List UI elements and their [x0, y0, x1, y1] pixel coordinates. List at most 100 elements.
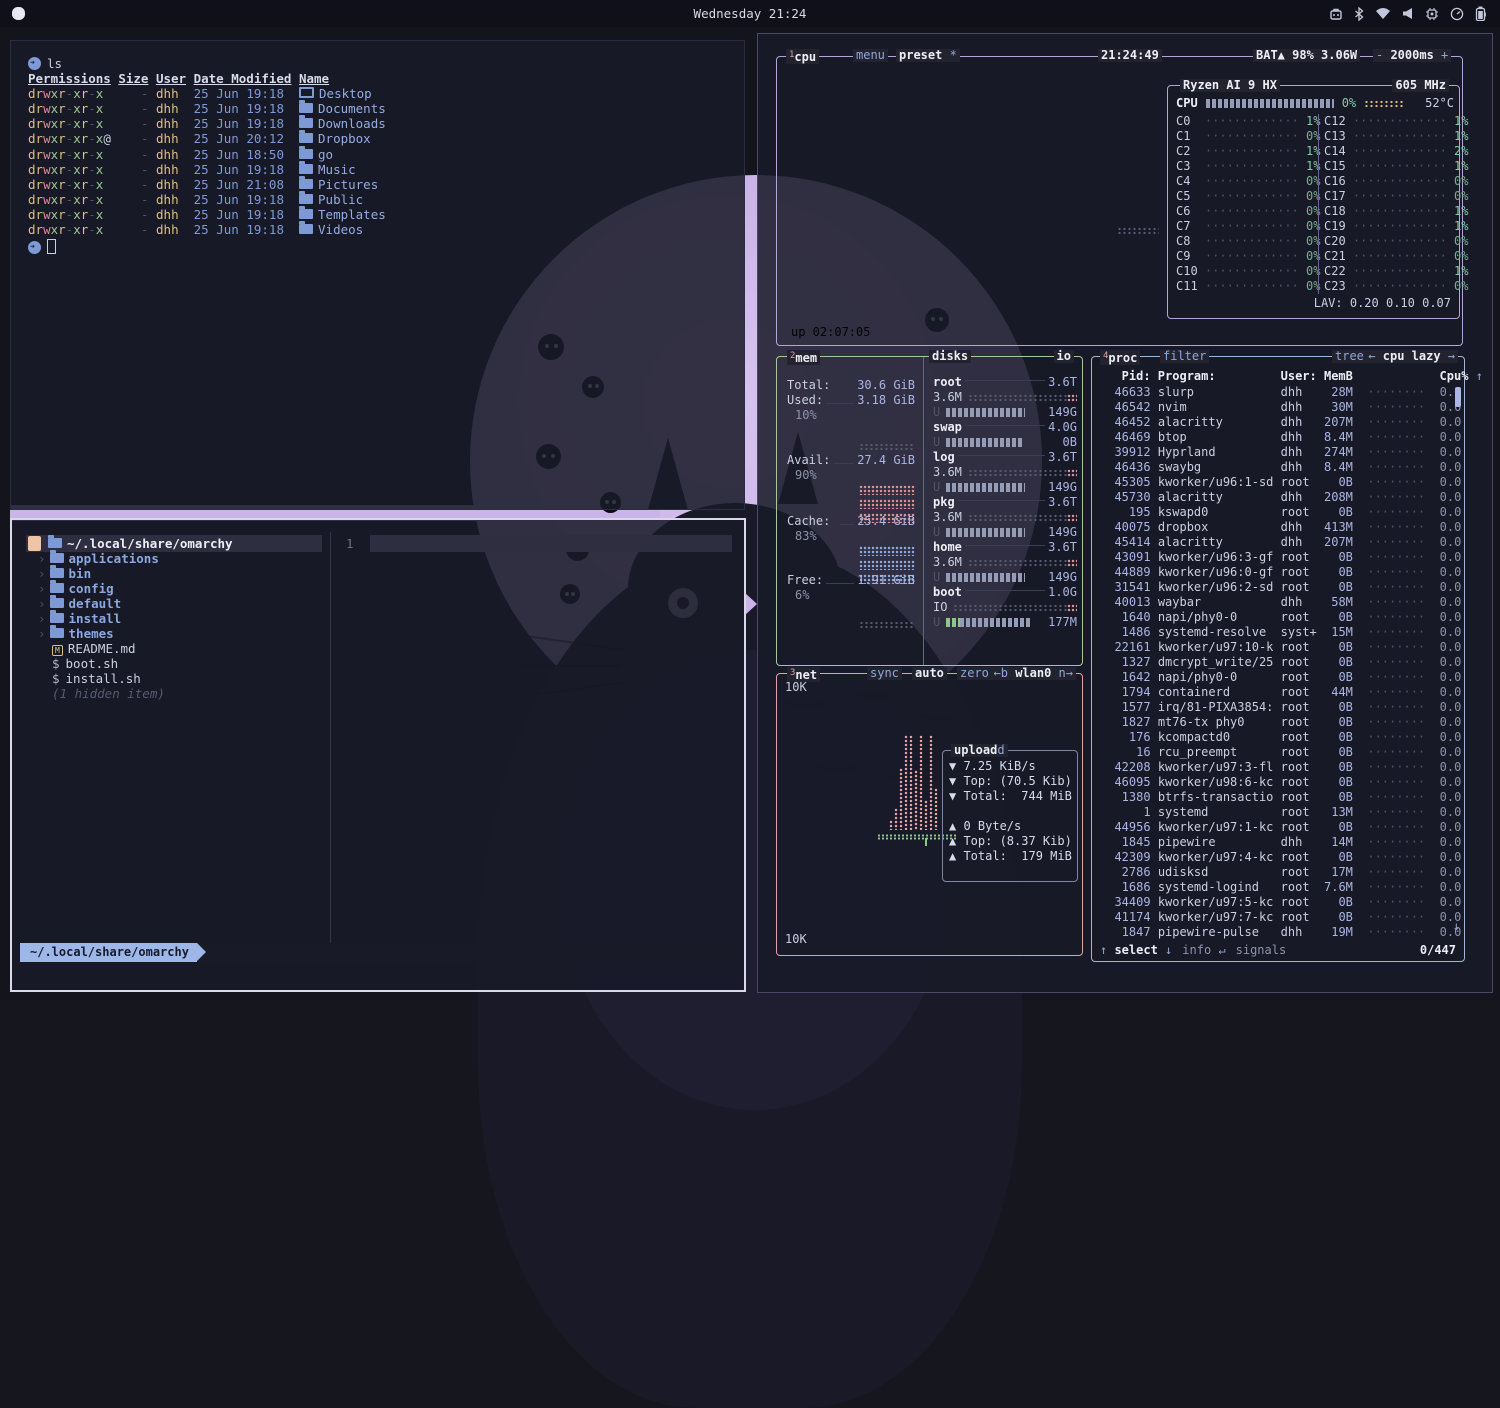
net-auto-toggle[interactable]: auto: [912, 667, 947, 680]
tab-disks[interactable]: disks: [929, 350, 971, 363]
gauge-icon[interactable]: [1450, 7, 1464, 21]
proc-user: dhh: [1281, 490, 1324, 504]
proc-row[interactable]: 34409 kworker/u97:5-kc root 0B ········ …: [1100, 895, 1461, 910]
battery-icon[interactable]: [1475, 6, 1486, 21]
net-interface-switch[interactable]: ←b wlan0 n→: [991, 667, 1077, 680]
proc-row[interactable]: 44889 kworker/u96:0-gf root 0B ········ …: [1100, 565, 1461, 580]
select-hint[interactable]: ↑ select ↓: [1100, 943, 1172, 958]
proc-row[interactable]: 1686 systemd-logind root 7.6M ········ 0…: [1100, 880, 1461, 895]
tab-mem[interactable]: 2mem: [787, 350, 820, 365]
proc-row[interactable]: 176 kcompactd0 root 0B ········ 0.0: [1100, 730, 1461, 745]
file-entry-dir[interactable]: ›install: [38, 611, 121, 626]
disk-used-row: U149G: [933, 405, 1077, 420]
signals-hint[interactable]: signals: [1236, 943, 1287, 958]
proc-row[interactable]: 41174 kworker/u97:7-kc root 0B ········ …: [1100, 910, 1461, 925]
proc-row[interactable]: 45414 alacritty dhh 207M ········ 0.0: [1100, 535, 1461, 550]
tab-io[interactable]: io: [1054, 350, 1074, 363]
proc-row[interactable]: 22161 kworker/u97:10-k root 0B ········ …: [1100, 640, 1461, 655]
file-entry-file[interactable]: $boot.sh: [52, 656, 118, 671]
proc-user: root: [1281, 880, 1324, 894]
proc-sort-selector[interactable]: ← cpu lazy →: [1365, 350, 1458, 363]
info-hint[interactable]: info ↵: [1182, 943, 1225, 958]
load-average: LAV: 0.20 0.10 0.07: [1314, 296, 1451, 311]
update-interval[interactable]: - 2000ms +: [1373, 49, 1451, 62]
disk-io-value: IO: [933, 600, 947, 615]
btop-window[interactable]: up 02:07:05 Ryzen AI 9 HX 605 MHz CPU 0%…: [757, 33, 1493, 993]
proc-row[interactable]: 40013 waybar dhh 58M ········ 0.0: [1100, 595, 1461, 610]
proc-row[interactable]: 46542 nvim dhh 30M ········ 0.0: [1100, 400, 1461, 415]
proc-row[interactable]: 46469 btop dhh 8.4M ········ 0.0: [1100, 430, 1461, 445]
file-entry-dir[interactable]: ›bin: [38, 566, 91, 581]
file-entry-dir[interactable]: ›default: [38, 596, 121, 611]
file-entry-dir[interactable]: ›applications: [38, 551, 159, 566]
terminal-window[interactable]: ls Permissions Size User Date Modified N…: [10, 40, 745, 510]
proc-row[interactable]: 40075 dropbox dhh 413M ········ 0.0: [1100, 520, 1461, 535]
tab-cpu[interactable]: 1cpu: [786, 49, 819, 64]
tab-net[interactable]: 3net: [787, 667, 820, 682]
proc-scrollbar[interactable]: [1455, 387, 1461, 407]
proc-row[interactable]: 1486 systemd-resolve syst+ 15M ········ …: [1100, 625, 1461, 640]
file-entry-dir[interactable]: ›themes: [38, 626, 114, 641]
proc-row[interactable]: 43091 kworker/u96:3-gf root 0B ········ …: [1100, 550, 1461, 565]
file-entry-file[interactable]: $install.sh: [52, 671, 141, 686]
proc-row[interactable]: 1380 btrfs-transactio root 0B ········ 0…: [1100, 790, 1461, 805]
wifi-icon[interactable]: [1375, 7, 1391, 20]
core-pct: 1%: [1447, 114, 1469, 128]
preset-button[interactable]: preset *: [896, 49, 960, 62]
proc-row[interactable]: 1577 irq/81-PIXA3854: root 0B ········ 0…: [1100, 700, 1461, 715]
proc-row[interactable]: 46095 kworker/u98:6-kc root 0B ········ …: [1100, 775, 1461, 790]
net-zero-toggle[interactable]: zero: [957, 667, 992, 680]
proc-row[interactable]: 1642 napi/phy0-0 root 0B ········ 0.0: [1100, 670, 1461, 685]
menu-button[interactable]: menu: [853, 49, 888, 62]
file-entry-dir[interactable]: ›config: [38, 581, 114, 596]
proc-row[interactable]: 1794 containerd root 44M ········ 0.0: [1100, 685, 1461, 700]
proc-row[interactable]: 1 systemd root 13M ········ 0.0: [1100, 805, 1461, 820]
proc-program: mt76-tx phy0: [1158, 715, 1281, 729]
proc-row[interactable]: 45305 kworker/u96:1-sd root 0B ········ …: [1100, 475, 1461, 490]
proc-row[interactable]: 1845 pipewire dhh 14M ········ 0.0: [1100, 835, 1461, 850]
proc-row[interactable]: 2786 udisksd root 17M ········ 0.0: [1100, 865, 1461, 880]
proc-row[interactable]: 44956 kworker/u97:1-kc root 0B ········ …: [1100, 820, 1461, 835]
proc-row[interactable]: 42309 kworker/u97:4-kc root 0B ········ …: [1100, 850, 1461, 865]
proc-row[interactable]: 16 rcu_preempt root 0B ········ 0.0: [1100, 745, 1461, 760]
disk-name: boot: [933, 585, 962, 600]
proc-row[interactable]: 1327 dmcrypt_write/25 root 0B ········ 0…: [1100, 655, 1461, 670]
proc-row[interactable]: 42208 kworker/u97:3-fl root 0B ········ …: [1100, 760, 1461, 775]
pane-divider[interactable]: [330, 532, 331, 944]
proc-program: kworker/u97:1-kc: [1158, 820, 1281, 834]
clock[interactable]: Wednesday 21:24: [0, 6, 1500, 21]
disk-used-value: 149G: [1048, 480, 1077, 495]
proc-row[interactable]: 39912 Hyprland dhh 274M ········ 0.0: [1100, 445, 1461, 460]
proc-count: 0/447: [1420, 943, 1456, 958]
proc-tree-toggle[interactable]: tree: [1332, 350, 1367, 363]
bluetooth-icon[interactable]: [1354, 7, 1364, 21]
cpu-icon[interactable]: [1425, 7, 1439, 21]
cwd-row[interactable]: ~/.local/share/omarchy: [48, 536, 233, 551]
scroll-down-icon[interactable]: ↓: [1453, 919, 1460, 933]
proc-row[interactable]: 46436 swaybg dhh 8.4M ········ 0.0: [1100, 460, 1461, 475]
proc-row[interactable]: 1827 mt76-tx phy0 root 0B ········ 0.0: [1100, 715, 1461, 730]
proc-row[interactable]: 45730 alacritty dhh 208M ········ 0.0: [1100, 490, 1461, 505]
omarchy-logo-icon[interactable]: [12, 7, 25, 20]
tab-proc[interactable]: 4proc: [1100, 350, 1140, 365]
proc-row[interactable]: 31541 kworker/u96:2-sd root 0B ········ …: [1100, 580, 1461, 595]
proc-cpu: 0.0: [1432, 625, 1461, 639]
proc-row[interactable]: 46452 alacritty dhh 207M ········ 0.0: [1100, 415, 1461, 430]
proc-row[interactable]: 1847 pipewire-pulse dhh 19M ········ 0.0: [1100, 925, 1461, 940]
proc-filter-button[interactable]: filter: [1160, 350, 1209, 363]
proc-row[interactable]: 195 kswapd0 root 0B ········ 0.0: [1100, 505, 1461, 520]
net-sync-toggle[interactable]: sync: [867, 667, 902, 680]
proc-program: dmcrypt_write/25: [1158, 655, 1281, 669]
file-manager-window[interactable]: ~/.local/share/omarchy ›applications›bin…: [10, 518, 746, 992]
ls-row: drwxr-xr-x@ - dhh 25 Jun 20:12 Dropbox: [28, 131, 744, 146]
proc-row[interactable]: 46633 slurp dhh 28M ········ 0.0: [1100, 385, 1461, 400]
file-entry-file[interactable]: MREADME.md: [52, 641, 136, 656]
chevron-right-icon: ›: [38, 551, 46, 566]
proc-row[interactable]: 1640 napi/phy0-0 root 0B ········ 0.0: [1100, 610, 1461, 625]
proc-mem: 0B: [1324, 505, 1353, 519]
mem-box: 2mem disks io Total:30.6 GiB Used:3.18 G…: [776, 356, 1083, 666]
volume-icon[interactable]: [1402, 7, 1414, 20]
package-icon[interactable]: [1329, 7, 1343, 21]
proc-header-row[interactable]: Pid: Program: User: MemB Cpu% ↑: [1100, 369, 1483, 384]
prompt-line-2[interactable]: [28, 237, 744, 255]
